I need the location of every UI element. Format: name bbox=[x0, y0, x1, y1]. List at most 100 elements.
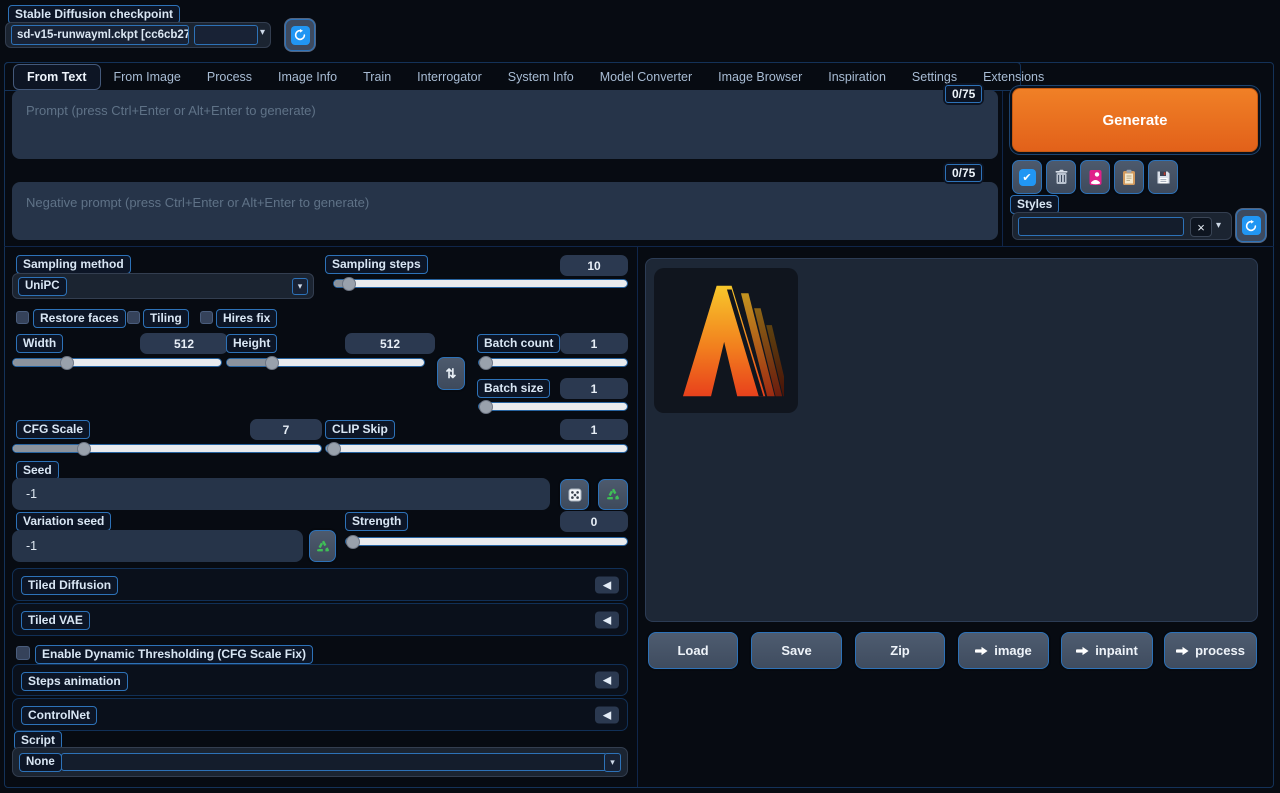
generate-button[interactable]: Generate bbox=[1012, 88, 1258, 152]
collapse-arrow-icon[interactable]: ◀ bbox=[595, 611, 619, 628]
slider-thumb[interactable] bbox=[77, 442, 91, 456]
refresh-styles-button[interactable] bbox=[1236, 209, 1266, 242]
tiled-diffusion-accordion[interactable]: Tiled Diffusion ◀ bbox=[12, 568, 628, 601]
tab-from-image[interactable]: From Image bbox=[101, 65, 194, 89]
tab-train[interactable]: Train bbox=[350, 65, 404, 89]
tab-extensions[interactable]: Extensions bbox=[970, 65, 1057, 89]
slider-thumb[interactable] bbox=[342, 277, 356, 291]
negative-prompt-textarea[interactable] bbox=[12, 182, 998, 240]
hires-fix-checkbox[interactable] bbox=[200, 311, 213, 324]
clear-prompt-button[interactable] bbox=[1046, 160, 1076, 194]
checkpoint-secondary-select[interactable] bbox=[194, 25, 258, 45]
sampling-steps-slider[interactable] bbox=[333, 279, 628, 288]
script-select[interactable]: None ▾ bbox=[12, 747, 628, 777]
tab-system-info[interactable]: System Info bbox=[495, 65, 587, 89]
tab-image-info[interactable]: Image Info bbox=[265, 65, 350, 89]
floppy-disk-icon bbox=[1156, 170, 1171, 185]
apply-styles-button[interactable] bbox=[1114, 160, 1144, 194]
send-to-inpaint-button[interactable]: inpaint bbox=[1061, 632, 1153, 669]
app-logo bbox=[668, 280, 784, 402]
zip-button[interactable]: Zip bbox=[855, 632, 945, 669]
slider-thumb[interactable] bbox=[327, 442, 341, 456]
variation-seed-input[interactable] bbox=[12, 530, 303, 562]
save-button[interactable]: Save bbox=[751, 632, 842, 669]
tab-model-converter[interactable]: Model Converter bbox=[587, 65, 705, 89]
extra-networks-card-icon bbox=[1088, 169, 1103, 186]
collapse-arrow-icon[interactable]: ◀ bbox=[595, 576, 619, 593]
slider-thumb[interactable] bbox=[479, 400, 493, 414]
right-arrow-icon bbox=[975, 646, 988, 656]
restore-faces-checkbox[interactable] bbox=[16, 311, 29, 324]
slider-thumb[interactable] bbox=[346, 535, 360, 549]
sampling-steps-value[interactable]: 10 bbox=[560, 255, 628, 276]
collapse-arrow-icon[interactable]: ◀ bbox=[595, 706, 619, 723]
prompt-generate-divider bbox=[1002, 91, 1003, 246]
gallery-thumbnail[interactable] bbox=[654, 268, 798, 413]
restore-faces-label[interactable]: Restore faces bbox=[33, 309, 126, 328]
extra-networks-button[interactable] bbox=[1080, 160, 1110, 194]
dynamic-thresholding-label[interactable]: Enable Dynamic Thresholding (CFG Scale F… bbox=[35, 645, 313, 664]
tab-image-browser[interactable]: Image Browser bbox=[705, 65, 815, 89]
sampling-method-label: Sampling method bbox=[16, 255, 131, 274]
tab-process[interactable]: Process bbox=[194, 65, 265, 89]
height-slider[interactable] bbox=[226, 358, 425, 367]
hires-fix-label[interactable]: Hires fix bbox=[216, 309, 277, 328]
tiled-diffusion-label: Tiled Diffusion bbox=[21, 576, 118, 595]
gallery-panel[interactable] bbox=[645, 258, 1258, 622]
clipboard-icon bbox=[1122, 169, 1136, 186]
sampler-select[interactable]: UniPC ▾ bbox=[12, 273, 314, 299]
random-seed-button[interactable] bbox=[560, 479, 589, 510]
tab-from-text[interactable]: From Text bbox=[13, 64, 101, 90]
save-style-button[interactable] bbox=[1148, 160, 1178, 194]
width-slider[interactable] bbox=[12, 358, 222, 367]
strength-slider[interactable] bbox=[345, 537, 628, 546]
tiling-checkbox[interactable] bbox=[127, 311, 140, 324]
cfg-scale-slider[interactable] bbox=[12, 444, 322, 453]
clip-skip-slider[interactable] bbox=[325, 444, 628, 453]
reuse-seed-button[interactable] bbox=[598, 479, 628, 510]
width-value[interactable]: 512 bbox=[140, 333, 228, 354]
tiling-label[interactable]: Tiling bbox=[143, 309, 189, 328]
tab-interrogator[interactable]: Interrogator bbox=[404, 65, 495, 89]
send-to-image-button[interactable]: image bbox=[958, 632, 1049, 669]
tab-inspiration[interactable]: Inspiration bbox=[815, 65, 899, 89]
styles-input[interactable] bbox=[1018, 217, 1184, 236]
script-value[interactable]: None bbox=[19, 753, 62, 772]
collapse-arrow-icon[interactable]: ◀ bbox=[595, 672, 619, 689]
cfg-scale-value[interactable]: 7 bbox=[250, 419, 322, 440]
script-caret-icon[interactable]: ▾ bbox=[604, 753, 621, 772]
send-to-process-button[interactable]: process bbox=[1164, 632, 1257, 669]
styles-clear-icon[interactable]: × bbox=[1190, 217, 1212, 237]
styles-caret-icon[interactable]: ▾ bbox=[1216, 220, 1221, 231]
controlnet-accordion[interactable]: ControlNet ◀ bbox=[12, 698, 628, 731]
slider-thumb[interactable] bbox=[60, 356, 74, 370]
styles-select[interactable]: × ▾ bbox=[1012, 212, 1232, 240]
reuse-variation-seed-button[interactable] bbox=[309, 530, 336, 562]
batch-count-slider[interactable] bbox=[478, 358, 628, 367]
swap-dimensions-button[interactable]: ⇅ bbox=[437, 357, 465, 390]
sampler-caret-icon[interactable]: ▾ bbox=[292, 278, 308, 295]
load-button[interactable]: Load bbox=[648, 632, 738, 669]
prompt-textarea[interactable] bbox=[12, 90, 998, 159]
sampler-value[interactable]: UniPC bbox=[18, 277, 67, 296]
tiled-vae-accordion[interactable]: Tiled VAE ◀ bbox=[12, 603, 628, 636]
strength-value[interactable]: 0 bbox=[560, 511, 628, 532]
batch-size-slider[interactable] bbox=[478, 402, 628, 411]
batch-size-value[interactable]: 1 bbox=[560, 378, 628, 399]
slider-thumb[interactable] bbox=[265, 356, 279, 370]
script-input[interactable] bbox=[61, 753, 607, 771]
height-value[interactable]: 512 bbox=[345, 333, 435, 354]
prompt-tool-buttons: ✔ bbox=[1012, 160, 1178, 194]
batch-count-value[interactable]: 1 bbox=[560, 333, 628, 354]
checkpoint-value[interactable]: sd-v15-runwayml.ckpt [cc6cb27103] bbox=[11, 25, 189, 45]
slider-thumb[interactable] bbox=[479, 356, 493, 370]
seed-input[interactable] bbox=[12, 478, 550, 510]
paste-params-button[interactable]: ✔ bbox=[1012, 160, 1042, 194]
clip-skip-label: CLIP Skip bbox=[325, 420, 395, 439]
checkpoint-select[interactable]: sd-v15-runwayml.ckpt [cc6cb27103] ▾ bbox=[5, 22, 271, 48]
steps-animation-accordion[interactable]: Steps animation ◀ bbox=[12, 664, 628, 696]
dynamic-thresholding-checkbox[interactable] bbox=[16, 646, 30, 660]
clip-skip-value[interactable]: 1 bbox=[560, 419, 628, 440]
chevron-down-icon[interactable]: ▾ bbox=[260, 27, 265, 38]
refresh-checkpoints-button[interactable] bbox=[285, 19, 315, 51]
